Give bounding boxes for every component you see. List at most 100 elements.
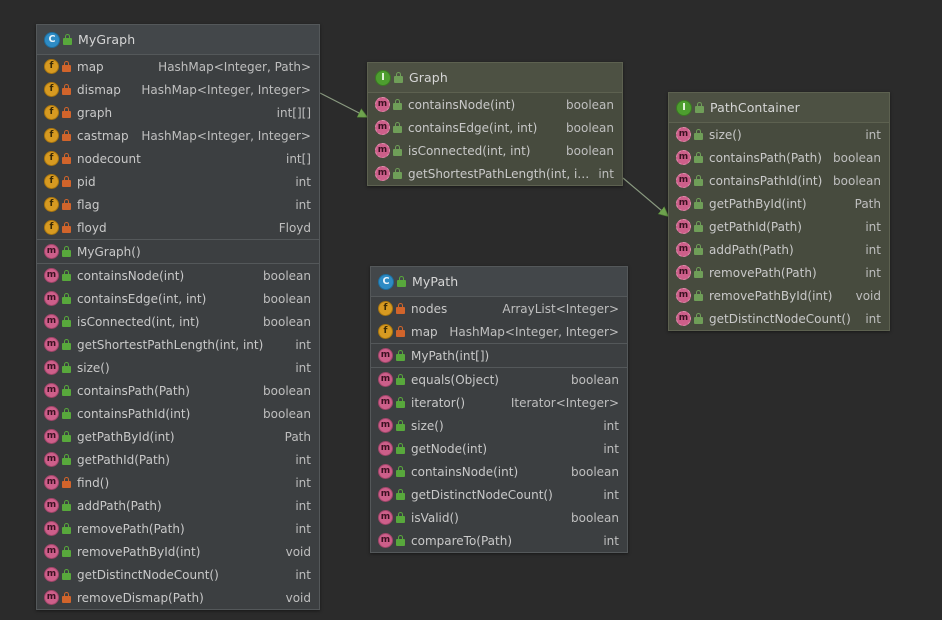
field-row[interactable]: f dismap HashMap<Integer, Integer> xyxy=(37,78,319,101)
member-name: containsNode(int) xyxy=(77,268,185,283)
member-type: boolean xyxy=(566,143,614,158)
uml-box-mygraph[interactable]: C MyGraph f map HashMap<Integer, Path> f disma… xyxy=(36,24,320,610)
field-row[interactable]: f graph int[][] xyxy=(37,101,319,124)
lock-public-icon xyxy=(62,316,71,327)
method-row[interactable]: m size() int xyxy=(371,414,627,437)
method-row[interactable]: m MyGraph() xyxy=(37,240,319,263)
member-name: MyPath(int[]) xyxy=(411,348,490,363)
field-row[interactable]: f floyd Floyd xyxy=(37,216,319,239)
lock-public-icon xyxy=(62,500,71,511)
method-row[interactable]: m getDistinctNodeCount() int xyxy=(37,563,319,586)
method-row[interactable]: m getPathById(int) Path xyxy=(37,425,319,448)
member-name: removePath(Path) xyxy=(709,265,817,280)
lock-private-icon xyxy=(62,222,71,233)
method-row[interactable]: m removePathById(int) void xyxy=(37,540,319,563)
box-section: f map HashMap<Integer, Path> f dismap HashMap… xyxy=(37,55,319,239)
method-row[interactable]: m getShortestPathLength(int, int) int xyxy=(368,162,622,185)
member-type: int xyxy=(865,127,881,142)
method-row[interactable]: m find() int xyxy=(37,471,319,494)
method-abstract-icon: m xyxy=(676,150,691,165)
field-row[interactable]: f castmap HashMap<Integer, Integer> xyxy=(37,124,319,147)
method-row[interactable]: m addPath(Path) int xyxy=(669,238,889,261)
member-name: isConnected(int, int) xyxy=(77,314,200,329)
method-row[interactable]: m containsPathId(int) boolean xyxy=(669,169,889,192)
method-row[interactable]: m getNode(int) int xyxy=(371,437,627,460)
method-row[interactable]: m size() int xyxy=(37,356,319,379)
method-row[interactable]: m containsNode(int) boolean xyxy=(371,460,627,483)
method-row[interactable]: m containsPath(Path) boolean xyxy=(669,146,889,169)
field-row[interactable]: f flag int xyxy=(37,193,319,216)
field-icon: f xyxy=(378,301,393,316)
diagram-canvas[interactable]: C MyGraph f map HashMap<Integer, Path> f disma… xyxy=(0,0,942,620)
method-abstract-icon: m xyxy=(676,265,691,280)
method-row[interactable]: m compareTo(Path) int xyxy=(371,529,627,552)
method-row[interactable]: m getDistinctNodeCount() int xyxy=(669,307,889,330)
method-row[interactable]: m removePathById(int) void xyxy=(669,284,889,307)
method-row[interactable]: m isValid() boolean xyxy=(371,506,627,529)
method-row[interactable]: m containsPathId(int) boolean xyxy=(37,402,319,425)
field-icon: f xyxy=(44,105,59,120)
method-row[interactable]: m getPathId(Path) int xyxy=(669,215,889,238)
field-icon: f xyxy=(44,59,59,74)
field-row[interactable]: f nodecount int[] xyxy=(37,147,319,170)
method-row[interactable]: m containsNode(int) boolean xyxy=(37,264,319,287)
member-name: castmap xyxy=(77,128,129,143)
box-section: m equals(Object) boolean m iterator() Iterato… xyxy=(371,367,627,552)
method-row[interactable]: m containsEdge(int, int) boolean xyxy=(368,116,622,139)
member-name: size() xyxy=(709,127,742,142)
method-row[interactable]: m isConnected(int, int) boolean xyxy=(37,310,319,333)
box-header-mypath[interactable]: C MyPath xyxy=(371,267,627,297)
method-row[interactable]: m removeDismap(Path) void xyxy=(37,586,319,609)
method-row[interactable]: m equals(Object) boolean xyxy=(371,368,627,391)
box-header-mygraph[interactable]: C MyGraph xyxy=(37,25,319,55)
member-name: nodecount xyxy=(77,151,141,166)
field-icon: f xyxy=(44,128,59,143)
field-row[interactable]: f pid int xyxy=(37,170,319,193)
method-icon: m xyxy=(44,567,59,582)
field-row[interactable]: f nodes ArrayList<Integer> xyxy=(371,297,627,320)
uml-box-mypath[interactable]: C MyPath f nodes ArrayList<Integer> f map HashM… xyxy=(370,266,628,553)
method-row[interactable]: m MyPath(int[]) xyxy=(371,344,627,367)
member-type: int xyxy=(865,219,881,234)
method-row[interactable]: m removePath(Path) int xyxy=(669,261,889,284)
lock-private-icon xyxy=(62,592,71,603)
member-type: Floyd xyxy=(278,220,311,235)
method-row[interactable]: m getShortestPathLength(int, int) int xyxy=(37,333,319,356)
lock-private-icon xyxy=(396,303,405,314)
method-row[interactable]: m containsNode(int) boolean xyxy=(368,93,622,116)
method-row[interactable]: m getPathId(Path) int xyxy=(37,448,319,471)
box-header-pathcontainer[interactable]: I PathContainer xyxy=(669,93,889,123)
uml-box-graph[interactable]: I Graph m containsNode(int) boolean m contains… xyxy=(367,62,623,186)
member-name: containsPath(Path) xyxy=(77,383,190,398)
lock-public-icon xyxy=(62,385,71,396)
member-type: int xyxy=(598,166,614,181)
box-title: PathContainer xyxy=(710,100,800,115)
method-row[interactable]: m isConnected(int, int) boolean xyxy=(368,139,622,162)
member-type: boolean xyxy=(571,372,619,387)
method-row[interactable]: m removePath(Path) int xyxy=(37,517,319,540)
field-row[interactable]: f map HashMap<Integer, Path> xyxy=(37,55,319,78)
member-name: isValid() xyxy=(411,510,459,525)
method-icon: m xyxy=(44,475,59,490)
member-type: int[] xyxy=(285,151,311,166)
method-row[interactable]: m size() int xyxy=(669,123,889,146)
method-row[interactable]: m getDistinctNodeCount() int xyxy=(371,483,627,506)
lock-public-icon xyxy=(62,293,71,304)
field-row[interactable]: f map HashMap<Integer, Integer> xyxy=(371,320,627,343)
method-row[interactable]: m addPath(Path) int xyxy=(37,494,319,517)
uml-box-pathcontainer[interactable]: I PathContainer m size() int m containsPath(Pa… xyxy=(668,92,890,331)
box-header-graph[interactable]: I Graph xyxy=(368,63,622,93)
method-row[interactable]: m containsEdge(int, int) boolean xyxy=(37,287,319,310)
method-icon: m xyxy=(378,348,393,363)
method-row[interactable]: m getPathById(int) Path xyxy=(669,192,889,215)
method-icon: m xyxy=(44,244,59,259)
method-row[interactable]: m containsPath(Path) boolean xyxy=(37,379,319,402)
method-icon: m xyxy=(378,372,393,387)
method-icon: m xyxy=(44,268,59,283)
method-abstract-icon: m xyxy=(676,173,691,188)
method-icon: m xyxy=(44,521,59,536)
member-name: find() xyxy=(77,475,110,490)
method-row[interactable]: m iterator() Iterator<Integer> xyxy=(371,391,627,414)
lock-public-icon xyxy=(62,246,71,257)
lock-public-icon xyxy=(62,339,71,350)
